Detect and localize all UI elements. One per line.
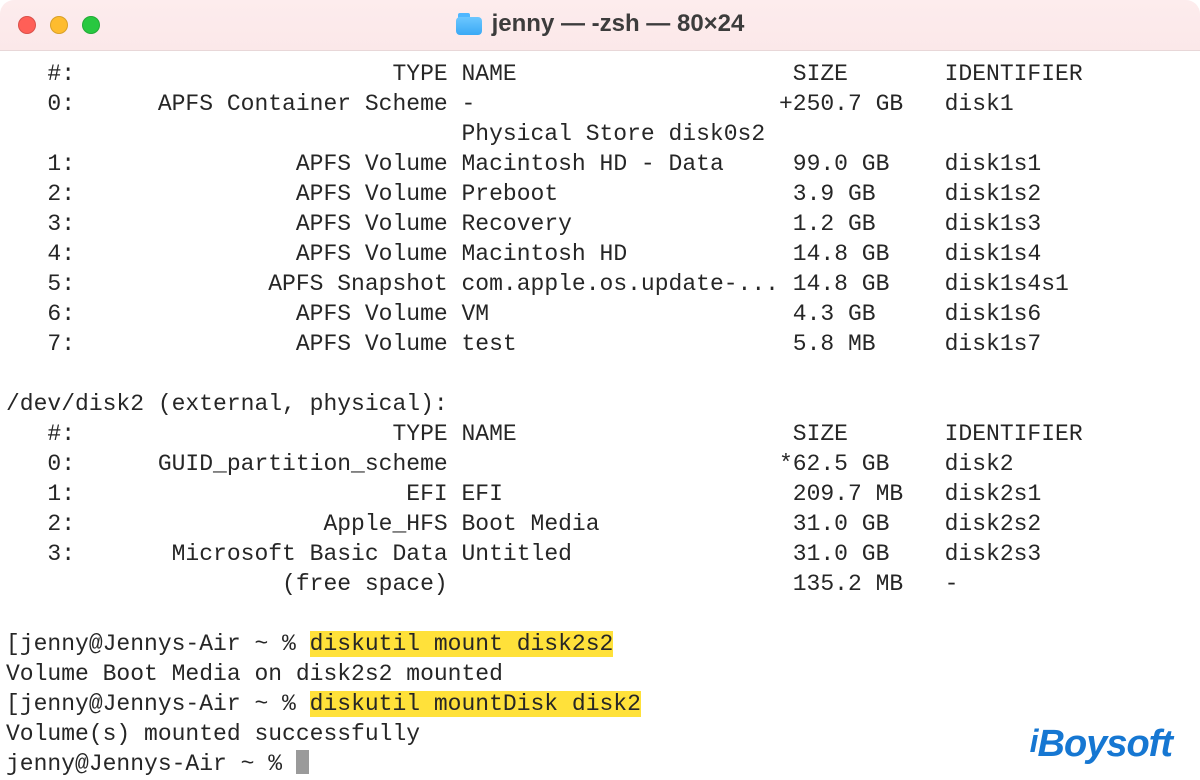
table-row: 3: APFS Volume Recovery 1.2 GB disk1s3 [6, 209, 1194, 239]
zoom-button[interactable] [82, 16, 100, 34]
col-id: IDENTIFIER [945, 61, 1083, 87]
table-row: 5: APFS Snapshot com.apple.os.update-...… [6, 269, 1194, 299]
prompt-prefix: [jenny@Jennys-Air ~ % [6, 691, 310, 717]
table-row: 2: Apple_HFS Boot Media 31.0 GB disk2s2 [6, 509, 1194, 539]
minimize-button[interactable] [50, 16, 68, 34]
terminal-output[interactable]: #: TYPE NAME SIZE IDENTIFIER 0: APFS Con… [0, 51, 1200, 779]
watermark-logo: iBoysoft [1030, 723, 1172, 766]
titlebar: jenny — -zsh — 80×24 [0, 0, 1200, 51]
table-header: #: TYPE NAME SIZE IDENTIFIER [6, 59, 1194, 89]
window-title: jenny — -zsh — 80×24 [456, 10, 745, 38]
command-highlight: diskutil mountDisk disk2 [310, 691, 641, 717]
table-header: #: TYPE NAME SIZE IDENTIFIER [6, 419, 1194, 449]
window-title-text: jenny — -zsh — 80×24 [492, 10, 745, 38]
terminal-window: jenny — -zsh — 80×24 #: TYPE NAME SIZE I… [0, 0, 1200, 780]
table-row: 3: Microsoft Basic Data Untitled 31.0 GB… [6, 539, 1194, 569]
prompt-prefix: jenny@Jennys-Air ~ % [6, 751, 296, 777]
table-row: (free space) 135.2 MB - [6, 569, 1194, 599]
table-row: Physical Store disk0s2 [6, 119, 1194, 149]
close-button[interactable] [18, 16, 36, 34]
table-row: 7: APFS Volume test 5.8 MB disk1s7 [6, 329, 1194, 359]
table-row: 1: APFS Volume Macintosh HD - Data 99.0 … [6, 149, 1194, 179]
watermark-text: Boysoft [1038, 723, 1172, 765]
prompt-line[interactable]: jenny@Jennys-Air ~ % [6, 749, 1194, 779]
command-highlight: diskutil mount disk2s2 [310, 631, 614, 657]
table-row: 1: EFI EFI 209.7 MB disk2s1 [6, 479, 1194, 509]
prompt-prefix: [jenny@Jennys-Air ~ % [6, 631, 310, 657]
output-line: Volume(s) mounted successfully [6, 719, 1194, 749]
col-size: SIZE [793, 61, 848, 87]
table-row: 0: GUID_partition_scheme *62.5 GB disk2 [6, 449, 1194, 479]
col-name: NAME [462, 61, 517, 87]
prompt-line: [jenny@Jennys-Air ~ % diskutil mount dis… [6, 629, 1194, 659]
table-row: 2: APFS Volume Preboot 3.9 GB disk1s2 [6, 179, 1194, 209]
table-row: 6: APFS Volume VM 4.3 GB disk1s6 [6, 299, 1194, 329]
disk-header: /dev/disk2 (external, physical): [6, 389, 1194, 419]
text-cursor [296, 750, 309, 774]
prompt-line: [jenny@Jennys-Air ~ % diskutil mountDisk… [6, 689, 1194, 719]
folder-icon [456, 13, 482, 35]
traffic-lights [18, 16, 100, 34]
output-line: Volume Boot Media on disk2s2 mounted [6, 659, 1194, 689]
table-row: 0: APFS Container Scheme - +250.7 GB dis… [6, 89, 1194, 119]
table-row: 4: APFS Volume Macintosh HD 14.8 GB disk… [6, 239, 1194, 269]
